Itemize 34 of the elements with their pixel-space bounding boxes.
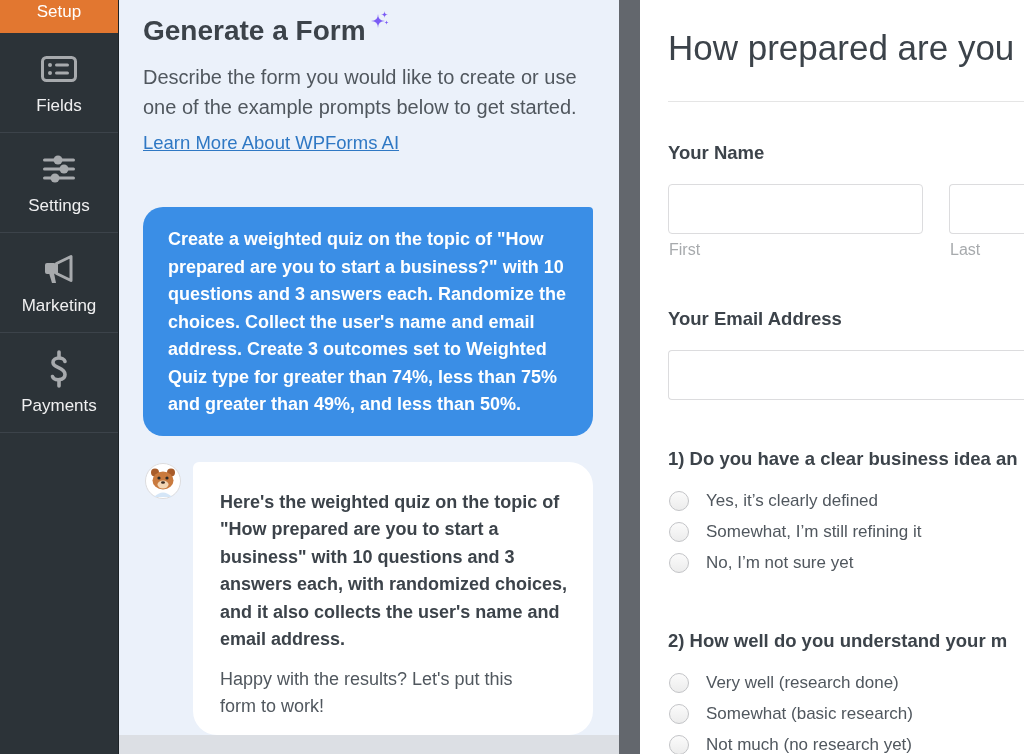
field-label: 2) How well do you understand your m <box>668 629 1009 653</box>
option-label: Somewhat, I’m still refining it <box>706 522 922 541</box>
radio-button[interactable] <box>669 734 689 754</box>
field-sublabel: Last <box>949 240 982 260</box>
bear-avatar-icon <box>145 462 181 499</box>
field-label: Your Name <box>668 141 766 165</box>
sliders-icon <box>43 155 75 183</box>
last-name-field[interactable] <box>949 184 1024 234</box>
radio-button[interactable] <box>669 552 689 573</box>
radio-button[interactable] <box>669 490 689 511</box>
option-label: Very well (research done) <box>706 673 899 692</box>
option-label: Yes, it’s clearly defined <box>706 491 878 510</box>
first-name-field[interactable] <box>668 184 923 234</box>
option-label: Not much (no research yet) <box>706 735 912 754</box>
form-title: How prepared are you <box>668 28 1016 68</box>
assistant-reply-text: Here's the weighted quiz on the topic of "How prepared are you to start a business" with 10 questions and 3 answers each, with randomized choices, and it also collects the user's name and email address. <box>220 490 569 651</box>
email-field[interactable] <box>668 350 1024 400</box>
radio-button[interactable] <box>669 521 689 542</box>
field-sublabel: First <box>668 240 702 260</box>
list-card-icon <box>41 56 77 82</box>
radio-button[interactable] <box>669 672 689 693</box>
user-prompt-message: Create a weighted quiz on the topic of "How prepared are you to start a business?" with 10 questions and 3 answers each. Randomize the choices. Collect the user's name and email address. Create 3 outcomes set to Weighted Quiz type for greater than 74%, less than 75% and greater than 49%, and less than 50%. <box>143 207 593 436</box>
radio-button[interactable] <box>669 703 689 724</box>
panel-description: Describe the form you would like to create or use one of the example prompts below to get started. <box>143 65 578 120</box>
option-label: No, I’m not sure yet <box>706 553 854 572</box>
splitter-bar[interactable] <box>619 0 640 754</box>
megaphone-icon <box>44 254 74 284</box>
dollar-icon <box>49 350 69 388</box>
panel-title: Generate a Form <box>143 14 366 48</box>
learn-more-link[interactable]: Learn More About WPForms AI <box>143 132 400 153</box>
assistant-follow-up-text: Happy with the results? Let's put this form to work! <box>220 667 514 718</box>
option-label: Somewhat (basic research) <box>706 704 913 723</box>
field-label: Your Email Address <box>668 307 843 331</box>
field-label: 1) Do you have a clear business idea an <box>668 447 1019 471</box>
